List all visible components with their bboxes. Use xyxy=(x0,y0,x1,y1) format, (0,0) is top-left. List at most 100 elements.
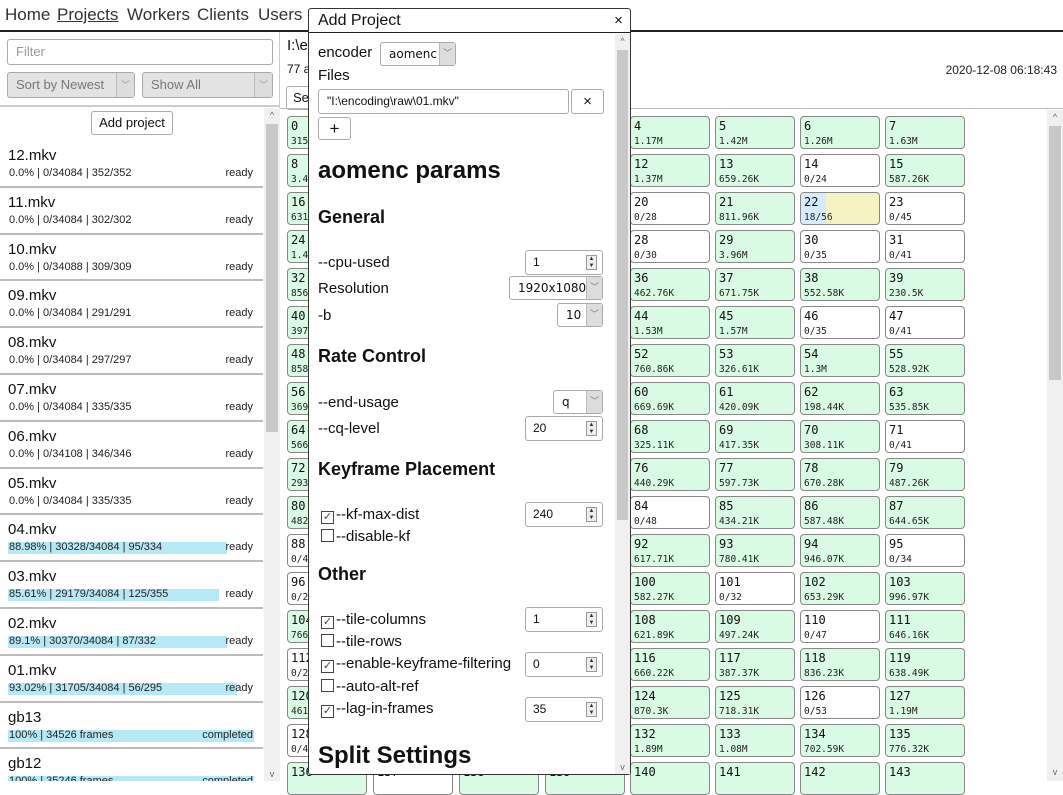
segment-cell[interactable]: 4 1.17M xyxy=(630,116,710,149)
segment-cell[interactable]: 53 326.61K xyxy=(715,344,795,377)
segment-cell[interactable]: 14 0/24 xyxy=(800,154,880,187)
scroll-thumb[interactable] xyxy=(1049,126,1061,380)
segment-cell[interactable]: 133 1.08M xyxy=(715,724,795,757)
segment-cell[interactable]: 21 811.96K xyxy=(715,192,795,225)
segment-cell[interactable]: 15 587.26K xyxy=(885,154,965,187)
close-icon[interactable]: × xyxy=(608,10,629,31)
auto-alt-ref-checkbox[interactable]: --auto-alt-ref xyxy=(321,678,419,695)
segment-cell[interactable]: 54 1.3M xyxy=(800,344,880,377)
lag-in-frames-checkbox[interactable]: ✓ --lag-in-frames xyxy=(321,700,434,718)
scroll-down-icon[interactable]: v xyxy=(264,767,280,781)
segment-cell[interactable]: 103 996.97K xyxy=(885,572,965,605)
project-list-item[interactable]: gb13 100% | 34526 frames completed xyxy=(0,703,263,750)
resolution-select[interactable]: 1920x1080 ﹀ xyxy=(509,276,603,300)
checkbox-checked-icon[interactable]: ✓ xyxy=(321,616,334,629)
segment-cell[interactable]: 116 660.22K xyxy=(630,648,710,681)
segment-cell[interactable]: 38 552.58K xyxy=(800,268,880,301)
lag-in-frames-input[interactable]: 35 ▲ ▼ xyxy=(525,697,603,722)
kf-max-dist-checkbox[interactable]: ✓ --kf-max-dist xyxy=(321,506,419,524)
checkbox-checked-icon[interactable]: ✓ xyxy=(321,660,334,673)
segment-cell[interactable]: 13 659.26K xyxy=(715,154,795,187)
checkbox-checked-icon[interactable]: ✓ xyxy=(321,705,334,718)
scroll-up-icon[interactable]: ^ xyxy=(615,34,630,48)
segment-cell[interactable]: 92 617.71K xyxy=(630,534,710,567)
file-path-input[interactable]: "I:\encoding\raw\01.mkv" xyxy=(318,89,569,114)
segment-cell[interactable]: 61 420.09K xyxy=(715,382,795,415)
segment-cell[interactable]: 111 646.16K xyxy=(885,610,965,643)
segment-cell[interactable]: 37 671.75K xyxy=(715,268,795,301)
segment-cell[interactable]: 39 230.5K xyxy=(885,268,965,301)
project-list-item[interactable]: 08.mkv 0.0% | 0/34084 | 297/297 ready xyxy=(0,328,263,375)
segment-cell[interactable]: 125 718.31K xyxy=(715,686,795,719)
project-list-item[interactable]: 05.mkv 0.0% | 0/34084 | 335/335 ready xyxy=(0,469,263,516)
project-list-item[interactable]: 07.mkv 0.0% | 0/34084 | 335/335 ready xyxy=(0,375,263,422)
project-list-item[interactable]: 10.mkv 0.0% | 0/34088 | 309/309 ready xyxy=(0,235,263,282)
segment-cell[interactable]: 94 946.07K xyxy=(800,534,880,567)
segment-cell[interactable]: 68 325.11K xyxy=(630,420,710,453)
segment-cell[interactable]: 71 0/41 xyxy=(885,420,965,453)
project-list-item[interactable]: 12.mkv 0.0% | 0/34084 | 352/352 ready xyxy=(0,141,263,188)
add-file-button[interactable]: + xyxy=(318,117,351,140)
scroll-up-icon[interactable]: ^ xyxy=(1047,110,1063,124)
segment-cell[interactable]: 12 1.37M xyxy=(630,154,710,187)
segment-cell[interactable]: 84 0/48 xyxy=(630,496,710,529)
segment-cell[interactable]: 31 0/41 xyxy=(885,230,965,263)
spinner-icon[interactable]: ▲ ▼ xyxy=(586,612,597,627)
enable-keyframe-filtering-checkbox[interactable]: ✓ --enable-keyframe-filtering xyxy=(321,655,511,673)
segment-cell[interactable]: 44 1.53M xyxy=(630,306,710,339)
segment-cell[interactable]: 78 670.28K xyxy=(800,458,880,491)
kf-max-dist-input[interactable]: 240 ▲ ▼ xyxy=(525,502,603,527)
segment-cell[interactable]: 141 xyxy=(715,762,795,795)
disable-kf-checkbox[interactable]: --disable-kf xyxy=(321,528,410,545)
project-list-item[interactable]: 01.mkv 93.02% | 31705/34084 | 56/295 ready xyxy=(0,656,263,703)
segment-cell[interactable]: 134 702.59K xyxy=(800,724,880,757)
scroll-down-icon[interactable]: v xyxy=(615,760,630,774)
spinner-icon[interactable]: ▲ ▼ xyxy=(586,702,597,717)
segment-cell[interactable]: 36 462.76K xyxy=(630,268,710,301)
sort-select[interactable]: Sort by Newest ﹀ xyxy=(7,72,135,98)
tile-columns-input[interactable]: 1 ▲ ▼ xyxy=(525,607,603,632)
segment-cell[interactable]: 143 xyxy=(885,762,965,795)
segment-cell[interactable]: 77 597.73K xyxy=(715,458,795,491)
segment-cell[interactable]: 95 0/34 xyxy=(885,534,965,567)
project-list-item[interactable]: 11.mkv 0.0% | 0/34084 | 302/302 ready xyxy=(0,188,263,235)
segment-cell[interactable]: 22 18/56 xyxy=(800,192,880,225)
segment-cell[interactable]: 5 1.42M xyxy=(715,116,795,149)
show-select[interactable]: Show All ﹀ xyxy=(142,72,273,98)
segment-cell[interactable]: 135 776.32K xyxy=(885,724,965,757)
segment-cell[interactable]: 70 308.11K xyxy=(800,420,880,453)
checkbox-unchecked-icon[interactable] xyxy=(321,529,334,542)
spinner-icon[interactable]: ▲ ▼ xyxy=(586,255,597,270)
tile-rows-checkbox[interactable]: --tile-rows xyxy=(321,633,402,650)
project-list-item[interactable]: 09.mkv 0.0% | 0/34084 | 291/291 ready xyxy=(0,281,263,329)
segment-cell[interactable]: 46 0/35 xyxy=(800,306,880,339)
cpu-used-input[interactable]: 1 ▲ ▼ xyxy=(525,250,603,275)
add-project-button[interactable]: Add project xyxy=(91,111,173,135)
segment-cell[interactable]: 93 780.41K xyxy=(715,534,795,567)
project-list-item[interactable]: gb12 100% | 35246 frames completed xyxy=(0,749,263,781)
segment-cell[interactable]: 126 0/53 xyxy=(800,686,880,719)
segment-cell[interactable]: 29 3.96M xyxy=(715,230,795,263)
segment-cell[interactable]: 100 582.27K xyxy=(630,572,710,605)
encoder-select[interactable]: aomenc ﹀ xyxy=(380,42,456,66)
segment-cell[interactable]: 47 0/41 xyxy=(885,306,965,339)
segment-cell[interactable]: 60 669.69K xyxy=(630,382,710,415)
segment-cell[interactable]: 102 653.29K xyxy=(800,572,880,605)
segment-cell[interactable]: 28 0/30 xyxy=(630,230,710,263)
segment-cell[interactable]: 101 0/32 xyxy=(715,572,795,605)
checkbox-checked-icon[interactable]: ✓ xyxy=(321,511,334,524)
segment-cell[interactable]: 30 0/35 xyxy=(800,230,880,263)
segment-cell[interactable]: 132 1.89M xyxy=(630,724,710,757)
sidebar-scrollbar[interactable]: ^ v xyxy=(264,108,280,781)
scroll-down-icon[interactable]: v xyxy=(1047,765,1063,779)
segment-cell[interactable]: 85 434.21K xyxy=(715,496,795,529)
spinner-icon[interactable]: ▲ ▼ xyxy=(586,657,597,672)
nav-workers[interactable]: Workers xyxy=(127,5,190,25)
segment-cell[interactable]: 119 638.49K xyxy=(885,648,965,681)
nav-clients[interactable]: Clients xyxy=(197,5,249,25)
enable-keyframe-filtering-input[interactable]: 0 ▲ ▼ xyxy=(525,652,603,677)
end-usage-select[interactable]: q ﹀ xyxy=(553,390,603,414)
segment-cell[interactable]: 109 497.24K xyxy=(715,610,795,643)
project-list-item[interactable]: 06.mkv 0.0% | 0/34108 | 346/346 ready xyxy=(0,422,263,469)
segment-cell[interactable]: 118 836.23K xyxy=(800,648,880,681)
